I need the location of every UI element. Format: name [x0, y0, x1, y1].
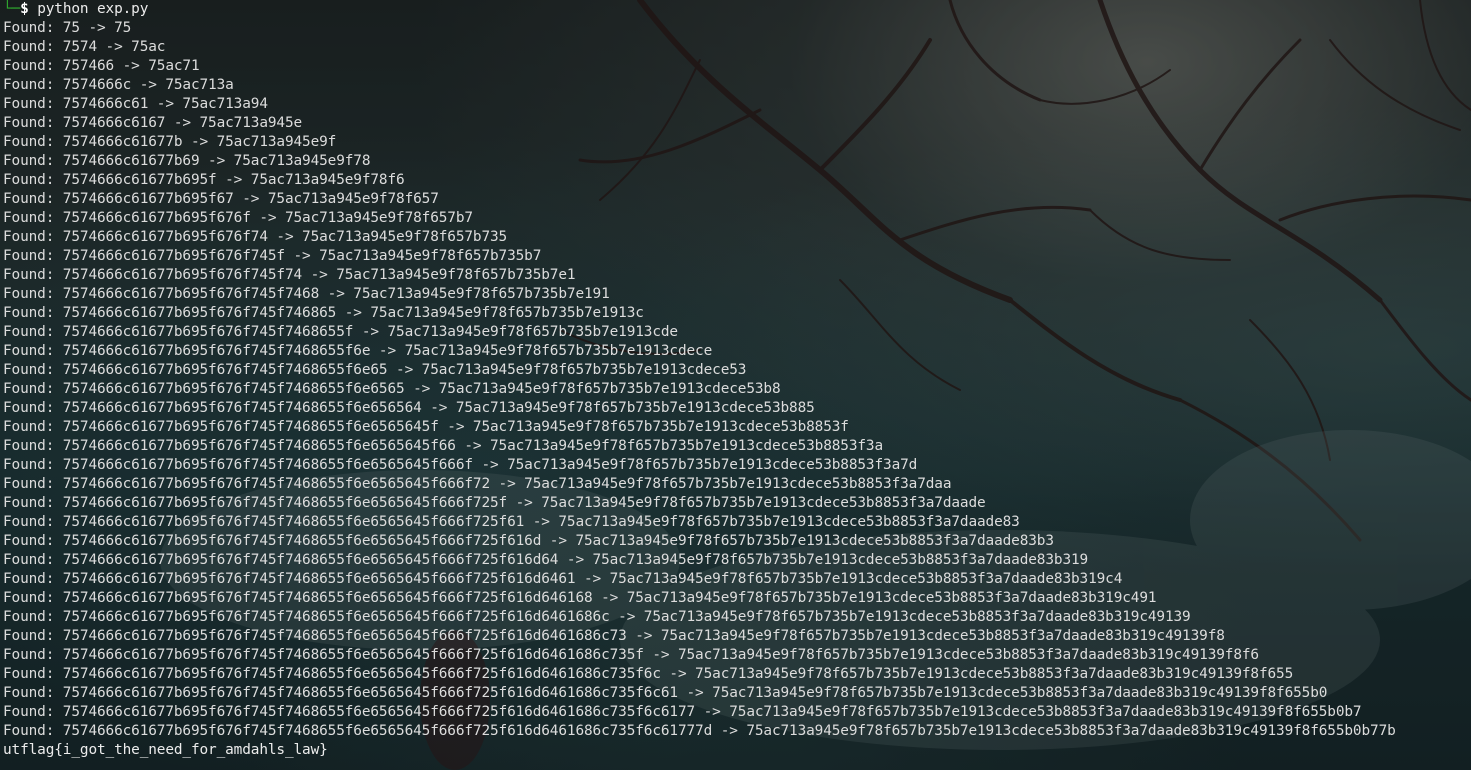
output-line: Found: 7574666c61677b69 -> 75ac713a945e9…: [3, 153, 371, 169]
output-line: Found: 7574666c61677b695f676f745f7468655…: [3, 457, 918, 473]
command-prompt-line: └─$ python exp.py: [3, 0, 1471, 19]
output-line: Found: 7574666c61677b695f676f745f7468655…: [3, 419, 849, 435]
output-line: Found: 7574666c61677b695f676f745f7468655…: [3, 571, 1123, 587]
output-line: Found: 7574666c61677b695f676f745f7468655…: [3, 514, 1020, 530]
output-line: Found: 7574666c61677b695f676f745f7468655…: [3, 324, 678, 340]
output-line: Found: 7574666c61677b695f676f745f7468 ->…: [3, 286, 610, 302]
output-line: Found: 7574 -> 75ac: [3, 39, 166, 55]
terminal-window[interactable]: └─$ python exp.py Found: 75 -> 75 Found: …: [0, 0, 1471, 770]
output-line: Found: 7574666c61677b695f676f745f -> 75a…: [3, 248, 542, 264]
prompt-symbol: $: [20, 1, 29, 17]
command-text: python exp.py: [37, 1, 149, 17]
output-line: Found: 7574666c61677b695f67 -> 75ac713a9…: [3, 191, 439, 207]
output-line: Found: 7574666c61677b695f676f745f7468655…: [3, 552, 1089, 568]
output-line: Found: 7574666c61677b695f676f745f7468655…: [3, 685, 1328, 701]
output-line: Found: 7574666c61677b695f676f745f7468655…: [3, 723, 1396, 739]
output-line: Found: 7574666c61677b695f676f745f7468655…: [3, 495, 986, 511]
output-line: Found: 7574666c61677b695f676f745f74 -> 7…: [3, 267, 576, 283]
output-line: Found: 7574666c61677b695f676f745f7468655…: [3, 362, 747, 378]
output-line: Found: 7574666c61677b695f676f745f7468655…: [3, 438, 884, 454]
output-line: Found: 757466 -> 75ac71: [3, 58, 200, 74]
output-line: Found: 7574666c61677b695f676f745f7468655…: [3, 590, 1157, 606]
output-line: Found: 7574666c61 -> 75ac713a94: [3, 96, 268, 112]
prompt-corner-glyph: └─: [3, 1, 21, 17]
output-line: Found: 7574666c -> 75ac713a: [3, 77, 234, 93]
output-line: Found: 7574666c6167 -> 75ac713a945e: [3, 115, 303, 131]
output-line: Found: 7574666c61677b695f676f745f7468655…: [3, 704, 1362, 720]
output-line: Found: 7574666c61677b695f676f745f7468655…: [3, 381, 781, 397]
output-line: Found: 75 -> 75: [3, 20, 132, 36]
flag-output-line: utflag{i_got_the_need_for_amdahls_law}: [3, 742, 328, 758]
terminal-output: Found: 75 -> 75 Found: 7574 -> 75ac Found:…: [3, 19, 1471, 741]
output-line: Found: 7574666c61677b -> 75ac713a945e9f: [3, 134, 337, 150]
output-line: Found: 7574666c61677b695f676f745f7468655…: [3, 628, 1225, 644]
output-line: Found: 7574666c61677b695f676f745f7468655…: [3, 343, 713, 359]
output-line: Found: 7574666c61677b695f -> 75ac713a945…: [3, 172, 405, 188]
output-line: Found: 7574666c61677b695f676f745f7468655…: [3, 476, 952, 492]
output-line: Found: 7574666c61677b695f676f74 -> 75ac7…: [3, 229, 508, 245]
output-line: Found: 7574666c61677b695f676f745f7468655…: [3, 647, 1259, 663]
output-line: Found: 7574666c61677b695f676f745f7468655…: [3, 666, 1294, 682]
output-line: Found: 7574666c61677b695f676f -> 75ac713…: [3, 210, 473, 226]
output-line: Found: 7574666c61677b695f676f745f7468655…: [3, 400, 815, 416]
output-line: Found: 7574666c61677b695f676f745f7468655…: [3, 609, 1191, 625]
output-line: Found: 7574666c61677b695f676f745f746865 …: [3, 305, 644, 321]
output-line: Found: 7574666c61677b695f676f745f7468655…: [3, 533, 1054, 549]
